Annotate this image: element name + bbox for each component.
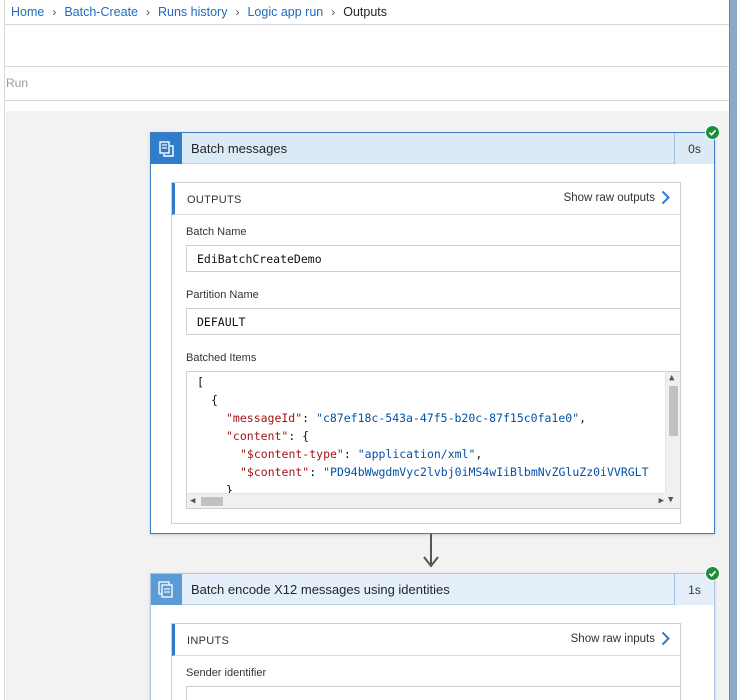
- chevron-right-icon: ›: [146, 5, 150, 19]
- batch-icon: [151, 133, 182, 164]
- run-button[interactable]: Run: [6, 76, 28, 90]
- card-title: Batch encode X12 messages using identiti…: [191, 582, 450, 597]
- chevron-right-icon: ›: [235, 5, 240, 19]
- success-check-icon: [705, 125, 720, 140]
- x12-encode-icon: [151, 574, 182, 605]
- card-header[interactable]: Batch messages 0s: [151, 133, 714, 164]
- sender-identifier-label: Sender identifier: [186, 667, 267, 679]
- chevron-right-icon: [661, 631, 670, 646]
- breadcrumb-runs-history[interactable]: Runs history: [158, 5, 227, 19]
- partition-name-label: Partition Name: [186, 289, 259, 301]
- chevron-right-icon: ›: [331, 5, 336, 19]
- divider: [5, 100, 729, 101]
- batched-items-viewer[interactable]: [ { "messageId": "c87ef18c-543a-47f5-b20…: [186, 371, 681, 509]
- card-header[interactable]: Batch encode X12 messages using identiti…: [151, 574, 714, 605]
- scroll-corner: ▼: [665, 493, 680, 508]
- card-title: Batch messages: [191, 141, 288, 156]
- scrollbar-thumb[interactable]: [669, 386, 678, 436]
- chevron-right-icon: [661, 190, 670, 205]
- code-line: {: [211, 393, 218, 407]
- show-raw-inputs-link[interactable]: Show raw inputs: [571, 631, 670, 646]
- batch-encode-card[interactable]: Batch encode X12 messages using identiti…: [150, 573, 715, 700]
- scroll-up-icon[interactable]: ▲: [669, 374, 674, 383]
- scrollbar-thumb[interactable]: [201, 497, 223, 506]
- inputs-section: INPUTS Show raw inputs Sender identifier: [171, 623, 681, 700]
- batched-items-label: Batched Items: [186, 352, 257, 364]
- code-line: [: [197, 375, 204, 389]
- arrow-down-icon: [423, 556, 439, 568]
- breadcrumb: Home › Batch-Create › Runs history › Log…: [11, 0, 387, 24]
- breadcrumb-logic-app-run[interactable]: Logic app run: [247, 5, 323, 19]
- code-line: "messageId": "c87ef18c-543a-47f5-b20c-87…: [226, 411, 587, 425]
- success-check-icon: [705, 566, 720, 581]
- show-raw-outputs-label: Show raw outputs: [563, 191, 655, 204]
- breadcrumb-batch-create[interactable]: Batch-Create: [64, 5, 138, 19]
- partition-name-value: DEFAULT: [186, 308, 681, 335]
- inputs-header: INPUTS Show raw inputs: [172, 624, 680, 656]
- code-line: "$content-type": "application/xml",: [240, 447, 483, 461]
- batch-messages-card[interactable]: Batch messages 0s OUTPUTS Show raw outpu…: [150, 132, 715, 534]
- scroll-left-icon[interactable]: ◀: [190, 497, 195, 506]
- batch-name-label: Batch Name: [186, 226, 247, 238]
- breadcrumb-home[interactable]: Home: [11, 5, 44, 19]
- outputs-section: OUTPUTS Show raw outputs Batch Name EdiB…: [171, 182, 681, 524]
- divider: [5, 24, 729, 25]
- scroll-right-icon[interactable]: ▶: [659, 497, 664, 506]
- sender-identifier-value: [186, 686, 681, 700]
- outputs-header: OUTPUTS Show raw outputs: [172, 183, 680, 215]
- window-right-border: [729, 0, 737, 700]
- code-line: "content": {: [226, 429, 310, 443]
- breadcrumb-current: Outputs: [343, 5, 388, 19]
- chevron-right-icon: ›: [52, 5, 57, 19]
- scroll-down-icon[interactable]: ▼: [668, 496, 673, 505]
- section-title: OUTPUTS: [187, 194, 242, 206]
- section-title: INPUTS: [187, 635, 230, 647]
- vertical-scrollbar[interactable]: ▲: [665, 372, 680, 493]
- show-raw-inputs-label: Show raw inputs: [570, 632, 655, 645]
- batch-name-value: EdiBatchCreateDemo: [186, 245, 681, 272]
- show-raw-outputs-link[interactable]: Show raw outputs: [564, 190, 670, 205]
- horizontal-scrollbar[interactable]: ◀ ▶: [187, 493, 667, 508]
- code-line: "$content": "PD94bWwgdmVyc2lvbj0iMS4wIiB…: [240, 465, 649, 479]
- divider: [5, 66, 729, 67]
- window-left-edge: [0, 0, 5, 700]
